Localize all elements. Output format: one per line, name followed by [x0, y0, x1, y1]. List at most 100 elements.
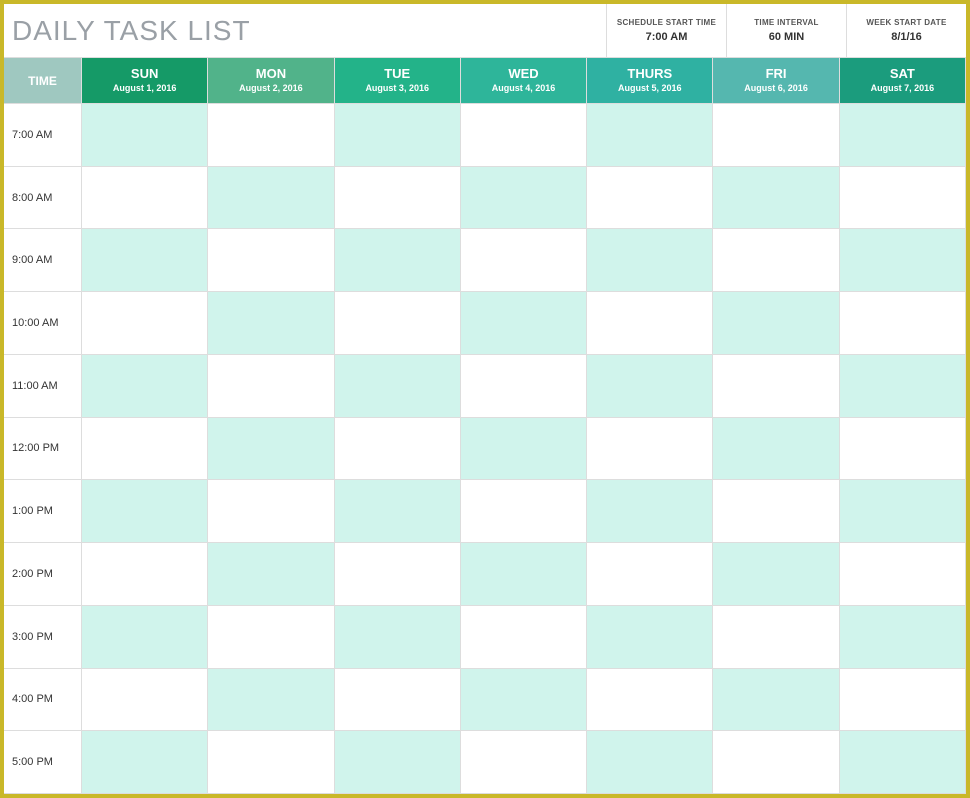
task-cell[interactable] — [461, 480, 587, 543]
task-cell[interactable] — [840, 104, 966, 167]
task-cell[interactable] — [208, 669, 334, 732]
day-date: August 1, 2016 — [113, 83, 177, 95]
task-cell[interactable] — [82, 669, 208, 732]
day-header-sat: SATAugust 7, 2016 — [840, 58, 966, 104]
task-cell[interactable] — [335, 731, 461, 794]
time-label: 1:00 PM — [4, 480, 82, 543]
day-header-fri: FRIAugust 6, 2016 — [713, 58, 839, 104]
task-cell[interactable] — [587, 669, 713, 732]
task-cell[interactable] — [335, 480, 461, 543]
task-cell[interactable] — [713, 355, 839, 418]
task-cell[interactable] — [840, 606, 966, 669]
task-cell[interactable] — [82, 543, 208, 606]
task-cell[interactable] — [335, 669, 461, 732]
task-cell[interactable] — [461, 104, 587, 167]
task-cell[interactable] — [840, 731, 966, 794]
day-header-tue: TUEAugust 3, 2016 — [335, 58, 461, 104]
task-cell[interactable] — [461, 355, 587, 418]
meta-value: 7:00 AM — [646, 31, 688, 43]
time-label: 4:00 PM — [4, 669, 82, 732]
task-cell[interactable] — [713, 292, 839, 355]
task-cell[interactable] — [840, 480, 966, 543]
task-cell[interactable] — [587, 104, 713, 167]
task-cell[interactable] — [208, 229, 334, 292]
task-cell[interactable] — [208, 543, 334, 606]
task-cell[interactable] — [840, 669, 966, 732]
task-cell[interactable] — [587, 229, 713, 292]
task-cell[interactable] — [840, 167, 966, 230]
schedule-grid: TIMESUNAugust 1, 2016MONAugust 2, 2016TU… — [4, 58, 966, 794]
task-cell[interactable] — [82, 104, 208, 167]
task-cell[interactable] — [82, 167, 208, 230]
time-label: 3:00 PM — [4, 606, 82, 669]
task-cell[interactable] — [461, 292, 587, 355]
task-cell[interactable] — [208, 418, 334, 481]
day-name: MON — [256, 66, 286, 83]
task-cell[interactable] — [82, 606, 208, 669]
task-cell[interactable] — [335, 355, 461, 418]
task-cell[interactable] — [335, 167, 461, 230]
task-cell[interactable] — [82, 292, 208, 355]
meta-schedule-start: SCHEDULE START TIME 7:00 AM — [606, 4, 726, 57]
task-cell[interactable] — [461, 229, 587, 292]
task-cell[interactable] — [713, 669, 839, 732]
day-header-wed: WEDAugust 4, 2016 — [461, 58, 587, 104]
task-cell[interactable] — [82, 480, 208, 543]
task-cell[interactable] — [335, 543, 461, 606]
task-cell[interactable] — [82, 355, 208, 418]
task-cell[interactable] — [840, 543, 966, 606]
task-cell[interactable] — [713, 418, 839, 481]
time-label: 9:00 AM — [4, 229, 82, 292]
task-cell[interactable] — [713, 104, 839, 167]
task-cell[interactable] — [208, 355, 334, 418]
task-cell[interactable] — [461, 418, 587, 481]
day-date: August 7, 2016 — [871, 83, 935, 95]
time-label: 7:00 AM — [4, 104, 82, 167]
task-cell[interactable] — [461, 606, 587, 669]
task-cell[interactable] — [587, 543, 713, 606]
task-cell[interactable] — [713, 167, 839, 230]
task-cell[interactable] — [82, 731, 208, 794]
task-cell[interactable] — [82, 418, 208, 481]
task-cell[interactable] — [713, 731, 839, 794]
task-cell[interactable] — [335, 229, 461, 292]
task-cell[interactable] — [335, 104, 461, 167]
task-cell[interactable] — [713, 229, 839, 292]
task-cell[interactable] — [840, 355, 966, 418]
task-cell[interactable] — [713, 606, 839, 669]
day-header-thurs: THURSAugust 5, 2016 — [587, 58, 713, 104]
task-cell[interactable] — [587, 167, 713, 230]
day-date: August 3, 2016 — [365, 83, 429, 95]
task-cell[interactable] — [461, 543, 587, 606]
task-cell[interactable] — [461, 167, 587, 230]
task-cell[interactable] — [208, 292, 334, 355]
task-cell[interactable] — [587, 480, 713, 543]
task-cell[interactable] — [335, 606, 461, 669]
day-name: TUE — [384, 66, 410, 83]
task-cell[interactable] — [840, 229, 966, 292]
task-cell[interactable] — [208, 480, 334, 543]
task-cell[interactable] — [587, 606, 713, 669]
task-cell[interactable] — [461, 669, 587, 732]
meta-label: SCHEDULE START TIME — [617, 18, 716, 27]
task-cell[interactable] — [208, 606, 334, 669]
task-cell[interactable] — [713, 543, 839, 606]
task-cell[interactable] — [587, 731, 713, 794]
task-cell[interactable] — [840, 418, 966, 481]
task-cell[interactable] — [587, 292, 713, 355]
task-cell[interactable] — [335, 418, 461, 481]
task-cell[interactable] — [713, 480, 839, 543]
task-cell[interactable] — [208, 731, 334, 794]
meta-label: WEEK START DATE — [866, 18, 946, 27]
task-cell[interactable] — [840, 292, 966, 355]
task-cell[interactable] — [82, 229, 208, 292]
meta-value: 60 MIN — [769, 31, 804, 43]
page-title: DAILY TASK LIST — [4, 4, 606, 57]
meta-time-interval: TIME INTERVAL 60 MIN — [726, 4, 846, 57]
task-cell[interactable] — [208, 104, 334, 167]
task-cell[interactable] — [587, 355, 713, 418]
task-cell[interactable] — [461, 731, 587, 794]
task-cell[interactable] — [335, 292, 461, 355]
task-cell[interactable] — [208, 167, 334, 230]
task-cell[interactable] — [587, 418, 713, 481]
